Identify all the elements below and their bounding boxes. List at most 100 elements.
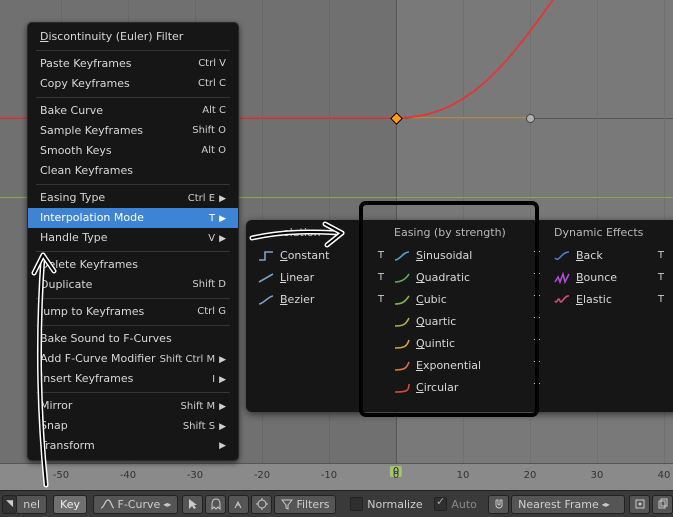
interp-option-shortcut: T — [534, 245, 546, 267]
tick-label: -10 — [321, 470, 337, 481]
interp-option-shortcut: T — [534, 267, 546, 289]
interp-option-label: Cubic — [416, 289, 534, 311]
channel-menu[interactable]: nel — [17, 495, 47, 514]
interp-option-label: Exponential — [416, 355, 534, 377]
editor-type-selector[interactable]: ◥ — [2, 495, 17, 514]
tick-label: 40 — [658, 470, 671, 481]
interp-option-label: Sinusoidal — [416, 245, 534, 267]
menu-easing-type[interactable]: Easing TypeCtrl E▶ — [28, 188, 238, 208]
menu-mirror[interactable]: MirrorShift M▶ — [28, 396, 238, 416]
normalize-icon[interactable] — [228, 495, 249, 514]
interp-curve-icon — [258, 271, 274, 285]
menu-copy-keyframes[interactable]: Copy KeyframesCtrl C — [28, 74, 238, 94]
keyframe-handle[interactable] — [526, 114, 535, 123]
menu-insert-keyframes[interactable]: Insert KeyframesI▶ — [28, 369, 238, 389]
interp-option-label: Constant — [280, 245, 378, 267]
interp-curve-icon — [394, 293, 410, 307]
fcurve-icon — [100, 498, 114, 510]
interp-curve-icon — [258, 249, 274, 263]
interp-option-shortcut: T — [658, 245, 670, 267]
interp-curve-icon — [554, 249, 570, 263]
interp-option-shortcut: T — [378, 289, 390, 311]
interp-curve-icon — [394, 381, 410, 395]
interp-curve-icon — [258, 293, 274, 307]
tick-label: -40 — [120, 470, 136, 481]
submenu-col3-header: Dynamic Effects — [550, 226, 673, 245]
fcurve-mode-selector[interactable]: F-Curve◂▸ — [93, 495, 178, 514]
magnet-icon[interactable] — [488, 495, 509, 514]
snap-icon[interactable] — [251, 495, 272, 514]
menu-snap[interactable]: SnapShift S▶ — [28, 416, 238, 436]
interp-option-linear[interactable]: LinearT — [254, 267, 394, 289]
key-menu[interactable]: Key — [53, 495, 87, 514]
interp-option-shortcut: T — [534, 333, 546, 355]
interp-option-shortcut: T — [534, 355, 546, 377]
interp-option-shortcut: T — [534, 377, 546, 399]
cursor-tool-icon[interactable] — [182, 495, 203, 514]
funnel-icon — [281, 498, 293, 510]
menu-smooth-keys[interactable]: Smooth KeysAlt O — [28, 141, 238, 161]
interp-option-shortcut: T — [534, 289, 546, 311]
interp-option-bezier[interactable]: BezierT — [254, 289, 394, 311]
tick-label: -30 — [187, 470, 203, 481]
interp-option-quartic[interactable]: QuarticT — [390, 311, 550, 333]
interp-curve-icon — [394, 359, 410, 373]
menu-transform[interactable]: Transform▶ — [28, 436, 238, 456]
interp-option-label: Quintic — [416, 333, 534, 355]
context-menu[interactable]: Discontinuity (Euler) Filter Paste Keyfr… — [27, 22, 239, 461]
interp-option-label: Bounce — [576, 267, 658, 289]
menu-delete-keyframes[interactable]: Delete Keyframes — [28, 255, 238, 275]
interp-option-cubic[interactable]: CubicT — [390, 289, 550, 311]
normalize-checkbox[interactable] — [350, 497, 363, 511]
submenu-col2-header: Easing (by strength) — [390, 226, 550, 245]
auto-checkbox[interactable] — [434, 497, 447, 511]
interpolation-submenu[interactable]: ......olation ConstantTLinearTBezierT Ea… — [246, 220, 673, 412]
snap-mode-selector[interactable]: Nearest Frame◂▸ — [511, 495, 625, 514]
interp-option-quintic[interactable]: QuinticT — [390, 333, 550, 355]
tick-label: 0 — [393, 470, 399, 481]
interp-option-label: Quartic — [416, 311, 534, 333]
normalize-label: Normalize — [367, 498, 422, 511]
interp-option-quadratic[interactable]: QuadraticT — [390, 267, 550, 289]
interp-option-label: Linear — [280, 267, 378, 289]
interp-curve-icon — [394, 249, 410, 263]
interp-curve-icon — [394, 337, 410, 351]
menu-sample-keyframes[interactable]: Sample KeyframesShift O — [28, 121, 238, 141]
interp-option-circular[interactable]: CircularT — [390, 377, 550, 399]
tick-label: -20 — [254, 470, 270, 481]
menu-bake-curve[interactable]: Bake CurveAlt C — [28, 101, 238, 121]
timeline-strip[interactable]: 0 -50 -40 -30 -20 -10 0 10 20 30 40 — [0, 463, 673, 492]
interp-option-label: Bezier — [280, 289, 378, 311]
interp-option-constant[interactable]: ConstantT — [254, 245, 394, 267]
menu-handle-type[interactable]: Handle TypeV▶ — [28, 228, 238, 248]
interp-curve-icon — [554, 271, 570, 285]
interp-option-shortcut: T — [658, 267, 670, 289]
menu-interpolation-mode[interactable]: Interpolation ModeT▶ — [28, 208, 238, 228]
menu-paste-keyframes[interactable]: Paste KeyframesCtrl V — [28, 54, 238, 74]
tick-label: -50 — [53, 470, 69, 481]
interp-option-label: Elastic — [576, 289, 658, 311]
interp-option-exponential[interactable]: ExponentialT — [390, 355, 550, 377]
menu-clean-keyframes[interactable]: Clean Keyframes — [28, 161, 238, 181]
menu-jump-keyframes[interactable]: Jump to KeyframesCtrl G — [28, 302, 238, 322]
tick-label: 20 — [524, 470, 537, 481]
submenu-col1-header: ......olation — [254, 226, 394, 245]
ghost-icon[interactable] — [205, 495, 226, 514]
interp-option-elastic[interactable]: ElasticT — [550, 289, 673, 311]
tick-label: 30 — [591, 470, 604, 481]
pivot-icon[interactable] — [629, 495, 650, 514]
menu-duplicate[interactable]: DuplicateShift D — [28, 275, 238, 295]
copy-icon[interactable] — [652, 495, 673, 514]
interp-option-back[interactable]: BackT — [550, 245, 673, 267]
interp-option-bounce[interactable]: BounceT — [550, 267, 673, 289]
menu-discontinuity-filter[interactable]: Discontinuity (Euler) Filter — [28, 27, 238, 47]
menu-bake-sound[interactable]: Bake Sound to F-Curves — [28, 329, 238, 349]
graph-editor-header-bar[interactable]: ◥ nel Key F-Curve◂▸ Filters Normalize Au… — [0, 490, 673, 517]
interp-option-label: Quadratic — [416, 267, 534, 289]
interp-option-shortcut: T — [378, 267, 390, 289]
interp-option-shortcut: T — [658, 289, 670, 311]
filters-toggle[interactable]: Filters — [274, 495, 336, 514]
interp-option-sinusoidal[interactable]: SinusoidalT — [390, 245, 550, 267]
tick-label: 10 — [457, 470, 470, 481]
menu-add-fcurve-modifier[interactable]: Add F-Curve ModifierShift Ctrl M▶ — [28, 349, 238, 369]
